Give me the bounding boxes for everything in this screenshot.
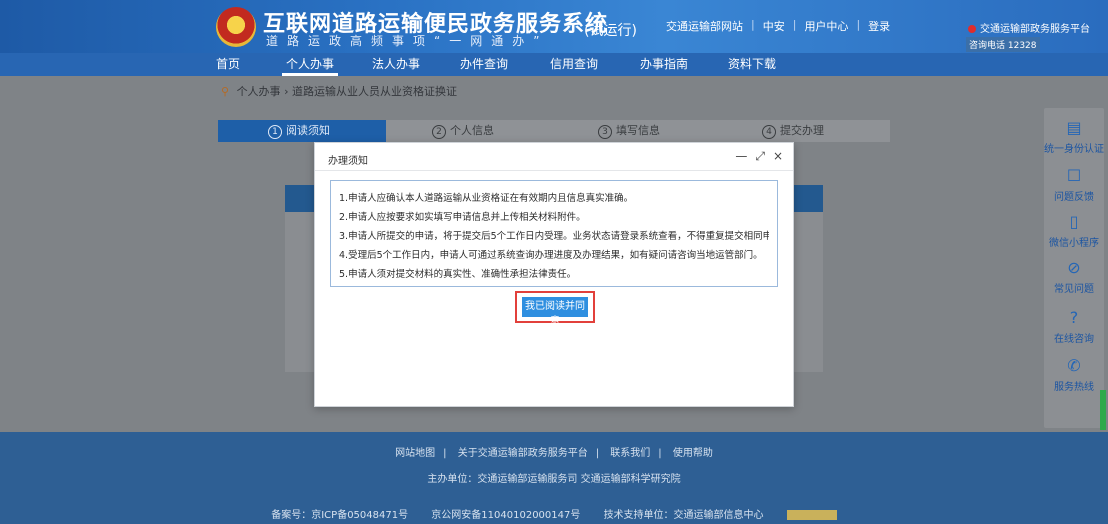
toolbar-hotline[interactable]: ✆ 服务热线 bbox=[1044, 356, 1104, 393]
platform-link[interactable]: 交通运输部政务服务平台 bbox=[968, 20, 1090, 35]
progress-steps: 1 阅读须知 2 个人信息 3 填写信息 4 提交办理 bbox=[218, 120, 890, 142]
breadcrumb: ⚲ 个人办事 › 道路运输从业人员从业资格证换证 bbox=[221, 85, 457, 98]
notice-line: 3.申请人所提交的申请，将于提交后5个工作日内受理。业务状态请登录系统查看，不得… bbox=[339, 231, 769, 242]
footer-link-contact[interactable]: 联系我们 bbox=[610, 448, 650, 459]
mobile-icon: ▯ bbox=[1069, 212, 1079, 231]
footer-link-about[interactable]: 关于交通运输部政务服务平台 bbox=[458, 448, 588, 459]
nav-guide[interactable]: 办事指南 bbox=[640, 53, 688, 76]
toolbar-identity-auth[interactable]: ▤ 统一身份认证 bbox=[1044, 118, 1104, 155]
feedback-icon: ☐ bbox=[1066, 166, 1082, 185]
footer-links: 网站地图 | 关于交通运输部政务服务平台 | 联系我们 | 使用帮助 bbox=[395, 448, 713, 459]
top-link-user-center[interactable]: 用户中心 bbox=[804, 18, 848, 34]
id-card-icon: ▤ bbox=[1066, 118, 1082, 137]
tech-support: 技术支持单位：交通运输部信息中心 bbox=[603, 510, 764, 521]
site-slogan: 道路运政高频事项“一网通办” bbox=[266, 34, 549, 48]
icp-record: 备案号：京ICP备05048471号 bbox=[271, 510, 409, 521]
notice-line: 1.申请人应确认本人道路运输从业资格证在有效期内且信息真实准确。 bbox=[339, 193, 634, 204]
footer-record: 备案号：京ICP备05048471号 京公网安备11040102000147号 … bbox=[0, 506, 1108, 521]
trial-label: (试运行) bbox=[584, 23, 637, 39]
nav-legal-person[interactable]: 法人办事 bbox=[372, 53, 420, 76]
top-links: 交通运输部网站 | 中安 | 用户中心 | 登录 bbox=[666, 18, 891, 34]
minimize-icon[interactable]: — bbox=[735, 149, 747, 164]
step-read-notice: 1 阅读须知 bbox=[218, 120, 386, 142]
background-panel-header bbox=[285, 185, 315, 212]
toolbar-online-consult[interactable]: ? 在线咨询 bbox=[1044, 308, 1104, 345]
location-icon: ⚲ bbox=[221, 85, 230, 98]
nav-credit-query[interactable]: 信用查询 bbox=[550, 53, 598, 76]
main-nav: 首页 个人办事 法人办事 办件查询 信用查询 办事指南 资料下载 bbox=[0, 53, 1108, 76]
step-fill-info: 3 填写信息 bbox=[554, 120, 722, 142]
breadcrumb-home[interactable]: 个人办事 bbox=[237, 85, 281, 98]
floating-toolbar: ▤ 统一身份认证 ☐ 问题反馈 ▯ 微信小程序 ⊘ 常见问题 ? 在线咨询 ✆ … bbox=[1044, 108, 1104, 428]
notice-content: 1.申请人应确认本人道路运输从业资格证在有效期内且信息真实准确。 2.申请人应按… bbox=[330, 180, 778, 287]
step-personal-info: 2 个人信息 bbox=[386, 120, 554, 142]
notice-line: 4.受理后5个工作日内，申请人可通过系统查询办理进度及办理结果，如有疑问请咨询当… bbox=[339, 250, 763, 261]
gov-site-badge-icon[interactable] bbox=[786, 510, 837, 520]
top-link-login[interactable]: 登录 bbox=[868, 18, 890, 34]
modal-divider bbox=[315, 170, 793, 171]
national-emblem-icon bbox=[216, 7, 256, 47]
notice-modal: 办理须知 — ⤢ × 1.申请人应确认本人道路运输从业资格证在有效期内且信息真实… bbox=[314, 142, 794, 407]
toolbar-feedback[interactable]: ☐ 问题反馈 bbox=[1044, 166, 1104, 203]
toolbar-scrollbar[interactable] bbox=[1100, 390, 1106, 430]
notice-line: 5.申请人须对提交材料的真实性、准确性承担法律责任。 bbox=[339, 269, 577, 280]
confirm-highlight: 我已阅读并同意 bbox=[515, 291, 595, 327]
faq-icon: ⊘ bbox=[1067, 258, 1081, 277]
maximize-icon[interactable]: ⤢ bbox=[755, 149, 765, 164]
confirm-agree-button[interactable]: 我已阅读并同意 bbox=[522, 297, 588, 327]
background-panel-header-right bbox=[793, 185, 823, 212]
nav-case-query[interactable]: 办件查询 bbox=[460, 53, 508, 76]
close-icon[interactable]: × bbox=[773, 149, 783, 164]
hotline-banner: 咨询电话 12328 bbox=[966, 37, 1040, 52]
footer-link-sitemap[interactable]: 网站地图 bbox=[395, 448, 435, 459]
site-header: 互联网道路运输便民政务服务系统 (试运行) 道路运政高频事项“一网通办” 交通运… bbox=[0, 0, 1108, 76]
nav-downloads[interactable]: 资料下载 bbox=[728, 53, 776, 76]
modal-window-controls: — ⤢ × bbox=[735, 149, 783, 164]
step-submit: 4 提交办理 bbox=[722, 120, 890, 142]
nav-home[interactable]: 首页 bbox=[216, 53, 240, 76]
police-record: 京公网安备11040102000147号 bbox=[431, 510, 581, 521]
footer-sponsor: 主办单位：交通运输部运输服务司 交通运输部科学研究院 bbox=[427, 474, 681, 485]
notice-line: 2.申请人应按要求如实填写申请信息并上传相关材料附件。 bbox=[339, 212, 586, 223]
top-link-mot[interactable]: 交通运输部网站 bbox=[666, 18, 743, 34]
question-icon: ? bbox=[1069, 308, 1079, 327]
footer-link-help[interactable]: 使用帮助 bbox=[673, 448, 713, 459]
phone-icon: ✆ bbox=[1067, 356, 1081, 375]
top-link-app[interactable]: 中安 bbox=[763, 18, 785, 34]
toolbar-mini-program[interactable]: ▯ 微信小程序 bbox=[1044, 212, 1104, 249]
modal-title: 办理须知 bbox=[328, 156, 368, 167]
toolbar-faq[interactable]: ⊘ 常见问题 bbox=[1044, 258, 1104, 295]
platform-dot-icon bbox=[968, 25, 976, 33]
site-footer: 网站地图 | 关于交通运输部政务服务平台 | 联系我们 | 使用帮助 主办单位：交通运… bbox=[0, 432, 1108, 524]
breadcrumb-current: 道路运输从业人员从业资格证换证 bbox=[291, 85, 457, 98]
nav-personal[interactable]: 个人办事 bbox=[281, 53, 339, 76]
